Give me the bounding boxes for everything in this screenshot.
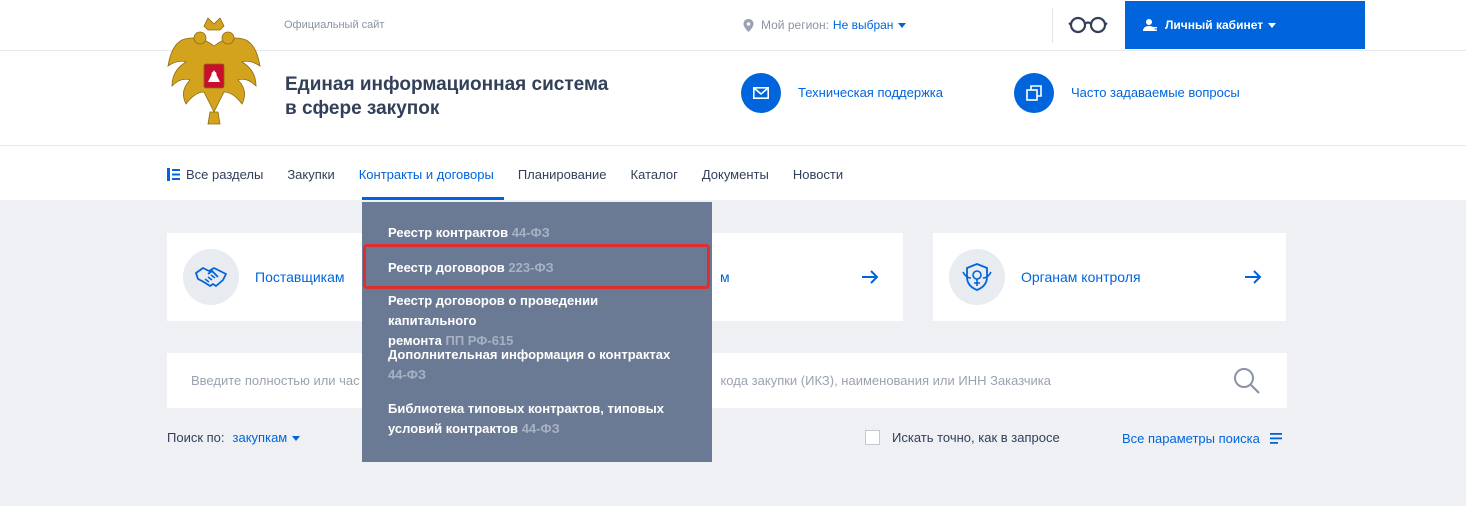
region-label: Мой регион: xyxy=(761,18,829,32)
nav-all-sections[interactable]: Все разделы xyxy=(167,167,263,182)
nav-item-purchases[interactable]: Закупки xyxy=(287,167,334,182)
search-placeholder-left: Введите полностью или час xyxy=(191,373,360,388)
highlight-frame xyxy=(363,244,710,289)
location-pin-icon xyxy=(743,18,754,32)
nav-item-planning[interactable]: Планирование xyxy=(518,167,607,182)
faq-link[interactable]: Часто задаваемые вопросы xyxy=(1071,85,1240,100)
dropdown-item-label: Реестр договоров о проведении капитально… xyxy=(388,293,599,328)
law-tag: 44-ФЗ xyxy=(511,225,550,240)
system-title-line-2: в сфере закупок xyxy=(285,98,440,119)
main-nav: Все разделы Закупки Контракты и договоры… xyxy=(167,164,867,184)
arrow-right-icon xyxy=(1245,270,1262,284)
all-params-label: Все параметры поиска xyxy=(1122,431,1260,446)
nav-item-contracts[interactable]: Контракты и договоры xyxy=(359,167,494,182)
law-tag: 44-ФЗ xyxy=(521,421,560,436)
exact-search-label: Искать точно, как в запросе xyxy=(892,430,1060,445)
chevron-down-icon xyxy=(292,435,301,441)
dropdown-item-capital-repair-registry[interactable]: Реестр договоров о проведении капитально… xyxy=(388,291,688,351)
mail-icon xyxy=(753,87,769,99)
search-icon[interactable] xyxy=(1233,367,1261,395)
all-search-params-link[interactable]: Все параметры поиска xyxy=(1122,431,1282,446)
nav-all-label: Все разделы xyxy=(186,166,264,182)
search-bar[interactable]: Введите полностью или час кода закупки (… xyxy=(167,353,1287,408)
support-button[interactable] xyxy=(741,73,781,113)
faq-button[interactable] xyxy=(1014,73,1054,113)
divider xyxy=(0,145,1466,146)
exact-search-option[interactable]: Искать точно, как в запросе xyxy=(865,430,1060,445)
search-placeholder-right: кода закупки (ИКЗ), наименования или ИНН… xyxy=(720,373,1051,388)
filter-lines-icon xyxy=(1269,433,1282,444)
card-title: Органам контроля xyxy=(1021,269,1141,285)
dropdown-item-template-library[interactable]: Библиотека типовых контрактов, типовых у… xyxy=(388,399,688,439)
glasses-icon[interactable] xyxy=(1068,14,1108,36)
copy-icon xyxy=(1026,85,1042,101)
search-by-value[interactable]: закупкам xyxy=(233,430,288,445)
nav-item-documents[interactable]: Документы xyxy=(702,167,769,182)
search-by: Поиск по: закупкам xyxy=(167,430,301,445)
dropdown-item-label: Библиотека типовых контрактов, типовых xyxy=(388,401,664,416)
control-emblem-icon xyxy=(949,249,1005,305)
arrow-right-icon xyxy=(862,270,879,284)
card-control-bodies[interactable]: Органам контроля xyxy=(933,233,1286,321)
chevron-down-icon xyxy=(898,23,907,28)
region-selector[interactable]: Мой регион: Не выбран xyxy=(743,18,907,32)
chevron-down-icon xyxy=(1268,23,1277,28)
divider xyxy=(1052,8,1053,43)
region-value[interactable]: Не выбран xyxy=(833,18,894,32)
dropdown-item-label: условий контрактов xyxy=(388,421,519,436)
sections-icon xyxy=(167,167,180,181)
dropdown-item-label: Реестр контрактов xyxy=(388,225,509,240)
dropdown-item-contracts-registry[interactable]: Реестр контрактов 44-ФЗ xyxy=(388,223,688,243)
law-tag: 44-ФЗ xyxy=(388,367,427,382)
system-title: Единая информационная система в сфере за… xyxy=(285,73,645,121)
handshake-icon xyxy=(183,249,239,305)
cabinet-label: Личный кабинет xyxy=(1165,18,1264,32)
system-title-line-1: Единая информационная система xyxy=(285,74,609,95)
nav-item-catalog[interactable]: Каталог xyxy=(631,167,678,182)
dropdown-item-label: Дополнительная информация о контрактах xyxy=(388,347,671,362)
official-site-label: Официальный сайт xyxy=(284,19,385,31)
dropdown-item-additional-info[interactable]: Дополнительная информация о контрактах 4… xyxy=(388,345,688,385)
personal-cabinet-button[interactable]: Личный кабинет xyxy=(1125,1,1365,49)
nav-item-news[interactable]: Новости xyxy=(793,167,843,182)
search-by-label: Поиск по: xyxy=(167,430,225,445)
exact-search-checkbox[interactable] xyxy=(865,430,880,445)
contracts-dropdown-menu: Реестр контрактов 44-ФЗ Реестр договоров… xyxy=(362,202,712,462)
coat-of-arms-logo[interactable] xyxy=(164,16,264,126)
support-link[interactable]: Техническая поддержка xyxy=(798,85,943,100)
user-icon xyxy=(1143,19,1157,31)
